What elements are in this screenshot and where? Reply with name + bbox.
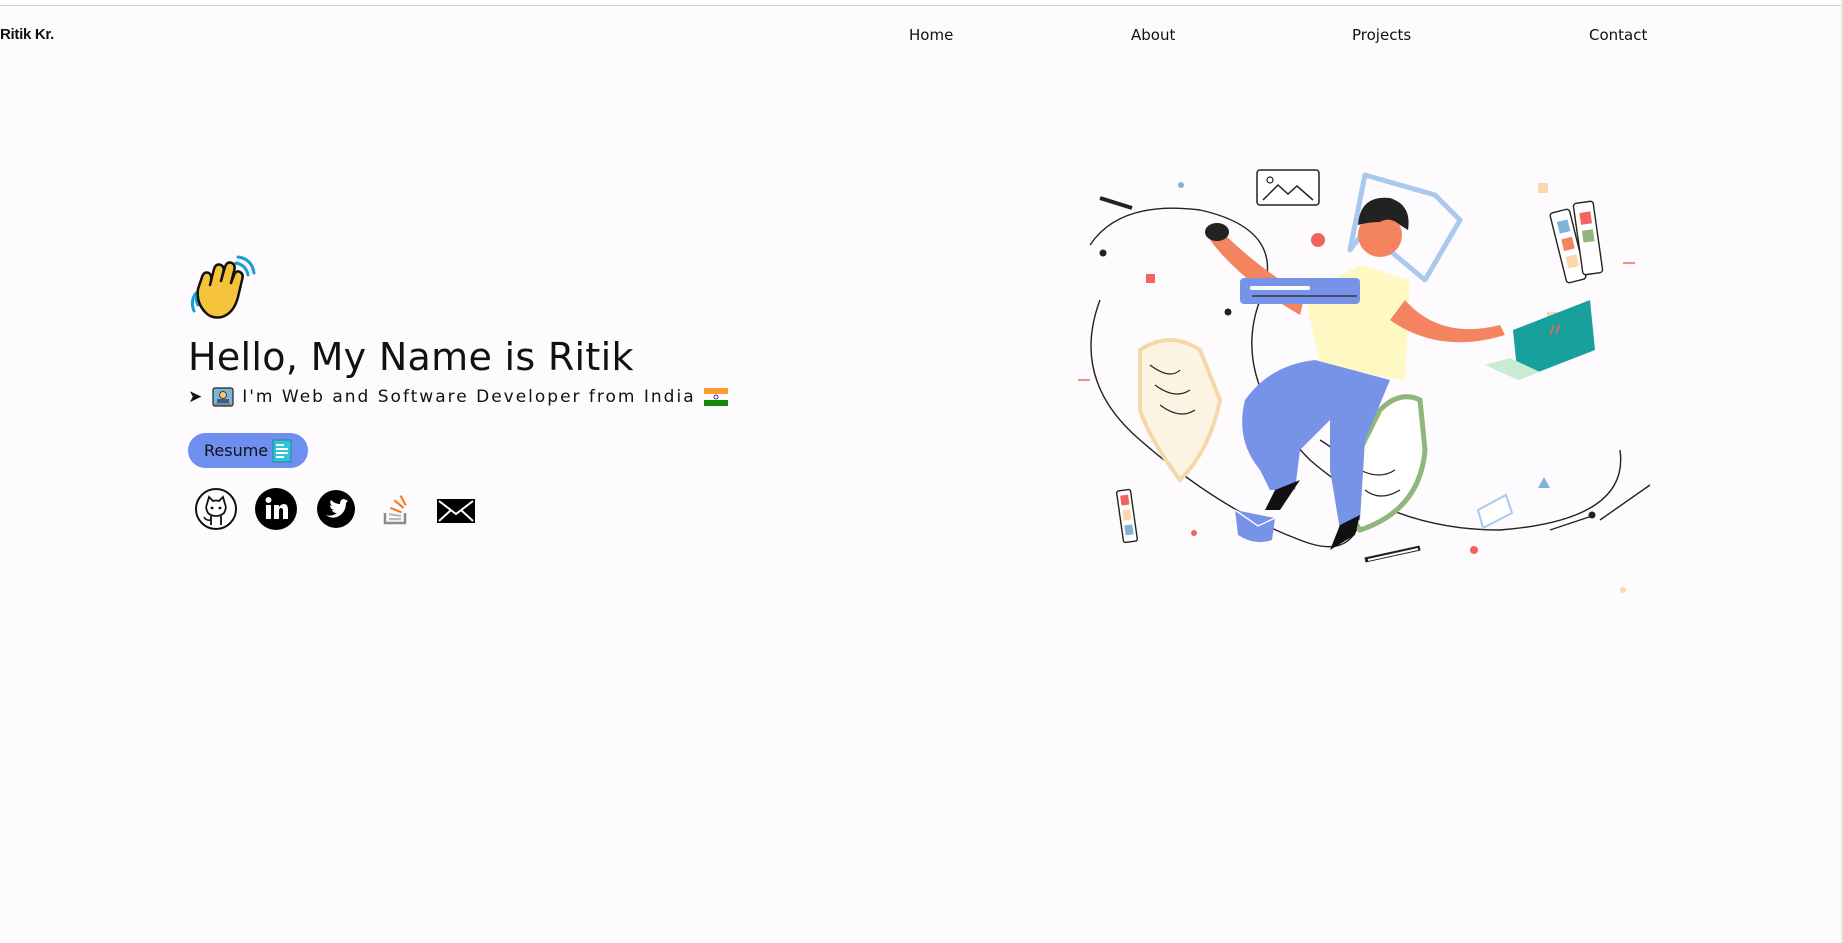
page-title: Hello, My Name is Ritik — [188, 335, 634, 379]
resume-button[interactable]: Resume — [188, 433, 308, 468]
subtitle: ➤ I'm Web and Software Developer from In… — [188, 387, 728, 407]
github-icon — [195, 488, 237, 530]
resume-label: Resume — [204, 441, 269, 460]
brand-logo[interactable]: Ritik Kr. — [0, 26, 54, 43]
nav-home[interactable]: Home — [909, 26, 953, 44]
subtitle-text: I'm Web and Software Developer from Indi… — [242, 387, 696, 407]
linkedin-icon — [255, 488, 297, 530]
waving-hand-icon — [190, 255, 256, 319]
india-flag-icon — [703, 388, 728, 406]
mail-icon — [437, 499, 475, 523]
nav-contact[interactable]: Contact — [1589, 26, 1647, 44]
linkedin-link[interactable] — [254, 487, 298, 531]
technologist-icon — [212, 387, 234, 407]
arrow-icon: ➤ — [188, 387, 205, 407]
social-links — [194, 487, 478, 531]
navbar: Ritik Kr. Home About Projects Contact — [0, 20, 1843, 50]
stackoverflow-icon — [383, 495, 407, 525]
twitter-link[interactable] — [314, 487, 358, 531]
nav-projects[interactable]: Projects — [1352, 26, 1411, 44]
stackoverflow-link[interactable] — [374, 487, 418, 531]
github-link[interactable] — [194, 487, 238, 531]
developer-illustration — [1078, 169, 1651, 593]
nav-about[interactable]: About — [1131, 26, 1175, 44]
document-icon — [272, 439, 292, 462]
twitter-icon — [317, 490, 355, 528]
mail-link[interactable] — [434, 487, 478, 531]
window-top-border — [0, 0, 1843, 6]
